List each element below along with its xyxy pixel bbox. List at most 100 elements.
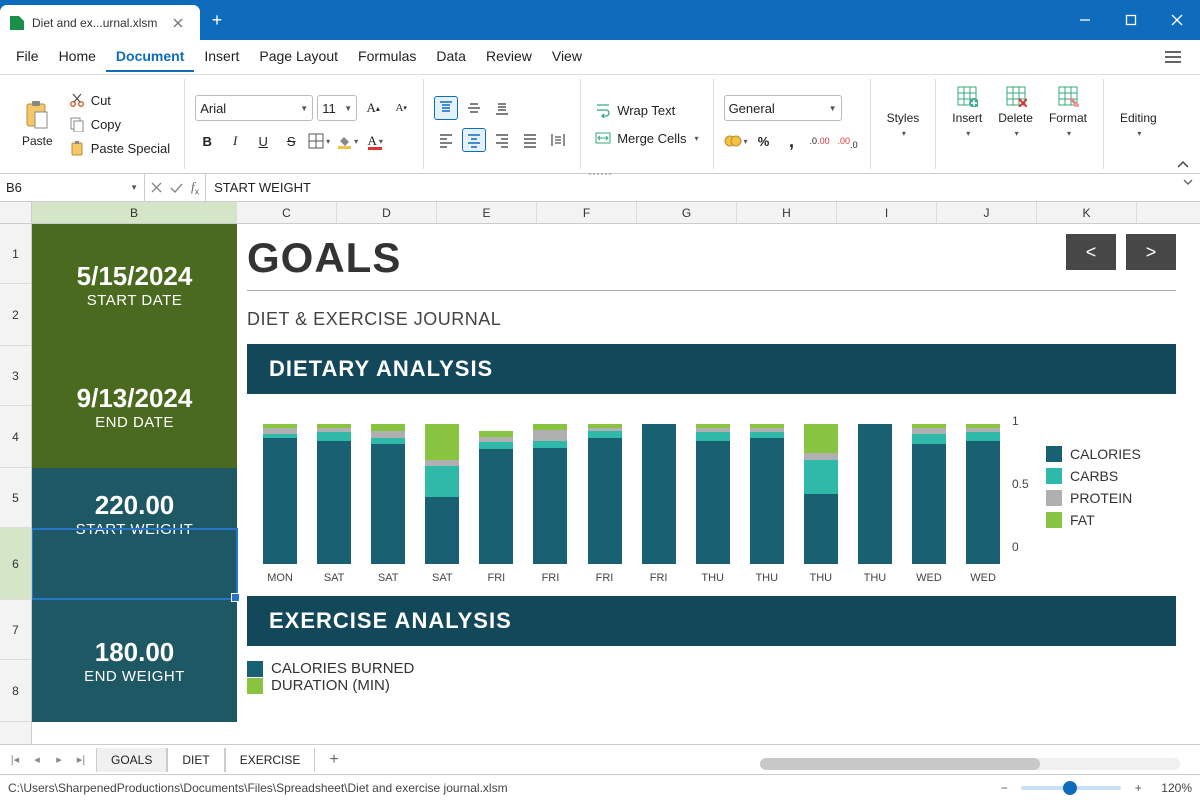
col-header-J[interactable]: J xyxy=(937,202,1037,223)
editing-button[interactable]: Editing ▾ xyxy=(1114,107,1163,142)
row-header-5[interactable]: 5 xyxy=(0,468,31,528)
decrease-decimal-button[interactable]: .00.0 xyxy=(836,129,860,153)
align-top-button[interactable] xyxy=(434,96,458,120)
row-header-6[interactable]: 6 xyxy=(0,528,31,600)
font-color-button[interactable]: A▾ xyxy=(363,129,387,153)
zoom-level: 120% xyxy=(1161,781,1192,795)
add-sheet-button[interactable]: + xyxy=(315,746,352,774)
cells[interactable]: 5/15/2024 START DATE 9/13/2024 END DATE … xyxy=(32,224,1200,744)
col-header-I[interactable]: I xyxy=(837,202,937,223)
sheet-prev-icon[interactable]: ◂ xyxy=(26,749,48,771)
col-header-F[interactable]: F xyxy=(537,202,637,223)
sheet-last-icon[interactable]: ▸| xyxy=(70,749,92,771)
col-header-G[interactable]: G xyxy=(637,202,737,223)
paste-special-button[interactable]: Paste Special xyxy=(65,138,175,158)
menu-formulas[interactable]: Formulas xyxy=(348,42,426,72)
increase-decimal-button[interactable]: .0.00 xyxy=(808,129,832,153)
cancel-formula-icon[interactable] xyxy=(151,182,162,193)
cut-button[interactable]: Cut xyxy=(65,90,175,110)
styles-button[interactable]: Styles ▾ xyxy=(881,107,926,142)
align-right-button[interactable] xyxy=(490,128,514,152)
collapse-ribbon-icon[interactable] xyxy=(1176,159,1190,169)
underline-button[interactable]: U xyxy=(251,129,275,153)
menu-page-layout[interactable]: Page Layout xyxy=(249,42,348,72)
grab-handle[interactable] xyxy=(570,171,630,177)
zoom-in-button[interactable]: + xyxy=(1129,779,1147,797)
col-header-H[interactable]: H xyxy=(737,202,837,223)
paste-button[interactable]: Paste xyxy=(16,96,59,152)
accept-formula-icon[interactable] xyxy=(170,182,183,193)
col-header-D[interactable]: D xyxy=(337,202,437,223)
settings-icon[interactable] xyxy=(1152,44,1194,70)
insert-cells-button[interactable]: Insert▾ xyxy=(946,81,988,142)
sheet-first-icon[interactable]: |◂ xyxy=(4,749,26,771)
menu-document[interactable]: Document xyxy=(106,42,194,72)
row-header-3[interactable]: 3 xyxy=(0,346,31,406)
menu-view[interactable]: View xyxy=(542,42,592,72)
row-header-1[interactable]: 1 xyxy=(0,224,31,284)
delete-cells-button[interactable]: Delete▾ xyxy=(992,81,1039,142)
merge-icon xyxy=(595,130,611,146)
sheet-tab-goals[interactable]: GOALS xyxy=(96,748,167,772)
menu-review[interactable]: Review xyxy=(476,42,542,72)
align-bottom-button[interactable] xyxy=(490,96,514,120)
menu-data[interactable]: Data xyxy=(426,42,476,72)
document-tab[interactable]: Diet and ex...urnal.xlsm xyxy=(0,5,200,40)
legend-item: FAT xyxy=(1046,512,1176,528)
justify-button[interactable] xyxy=(518,128,542,152)
col-header-B[interactable]: B xyxy=(32,202,237,223)
italic-button[interactable]: I xyxy=(223,129,247,153)
zoom-slider[interactable] xyxy=(1021,786,1121,790)
copy-button[interactable]: Copy xyxy=(65,114,175,134)
col-header-K[interactable]: K xyxy=(1037,202,1137,223)
merge-cells-button[interactable]: Merge Cells▾ xyxy=(591,128,702,148)
col-header-E[interactable]: E xyxy=(437,202,537,223)
row-header-7[interactable]: 7 xyxy=(0,600,31,660)
expand-formula-icon[interactable] xyxy=(1182,178,1194,186)
currency-button[interactable]: ▾ xyxy=(724,129,748,153)
start-weight-block: 220.00 START WEIGHT xyxy=(32,468,237,600)
horizontal-scrollbar[interactable] xyxy=(760,758,1180,770)
row-header-2[interactable]: 2 xyxy=(0,284,31,346)
maximize-button[interactable] xyxy=(1108,0,1154,40)
font-size-select[interactable]: 11▼ xyxy=(317,95,357,121)
zoom-out-button[interactable]: − xyxy=(995,779,1013,797)
menu-file[interactable]: File xyxy=(6,42,49,72)
strikethrough-button[interactable]: S xyxy=(279,129,303,153)
decrease-font-icon[interactable]: A▾ xyxy=(389,96,413,120)
align-left-button[interactable] xyxy=(434,128,458,152)
select-all-corner[interactable] xyxy=(0,202,32,223)
fill-color-button[interactable]: ▾ xyxy=(335,129,359,153)
format-cells-button[interactable]: Format▾ xyxy=(1043,81,1093,142)
borders-button[interactable]: ▾ xyxy=(307,129,331,153)
sheet-tab-diet[interactable]: DIET xyxy=(167,748,224,772)
row-header-8[interactable]: 8 xyxy=(0,660,31,722)
percent-button[interactable]: % xyxy=(752,129,776,153)
nav-next-button[interactable]: > xyxy=(1126,234,1176,270)
distributed-button[interactable] xyxy=(546,128,570,152)
start-date-block: 5/15/2024 START DATE xyxy=(32,224,237,346)
bold-button[interactable]: B xyxy=(195,129,219,153)
legend-item: CALORIES xyxy=(1046,446,1176,462)
col-header-C[interactable]: C xyxy=(237,202,337,223)
close-window-button[interactable] xyxy=(1154,0,1200,40)
comma-button[interactable]: , xyxy=(780,129,804,153)
close-tab-icon[interactable] xyxy=(170,15,186,31)
fx-icon[interactable]: fx xyxy=(191,179,199,197)
menu-insert[interactable]: Insert xyxy=(194,42,249,72)
sheet-tab-exercise[interactable]: EXERCISE xyxy=(225,748,316,772)
new-tab-button[interactable]: + xyxy=(200,0,234,40)
menu-home[interactable]: Home xyxy=(49,42,106,72)
wrap-text-button[interactable]: Wrap Text xyxy=(591,100,702,120)
nav-prev-button[interactable]: < xyxy=(1066,234,1116,270)
number-format-select[interactable]: General▼ xyxy=(724,95,842,121)
name-box[interactable]: B6 ▼ xyxy=(0,174,145,201)
minimize-button[interactable] xyxy=(1062,0,1108,40)
font-name-select[interactable]: Arial▼ xyxy=(195,95,313,121)
align-center-button[interactable] xyxy=(462,128,486,152)
row-header-4[interactable]: 4 xyxy=(0,406,31,468)
sheet-next-icon[interactable]: ▸ xyxy=(48,749,70,771)
formula-input[interactable]: START WEIGHT xyxy=(206,174,1200,201)
increase-font-icon[interactable]: A▴ xyxy=(361,96,385,120)
align-middle-button[interactable] xyxy=(462,96,486,120)
